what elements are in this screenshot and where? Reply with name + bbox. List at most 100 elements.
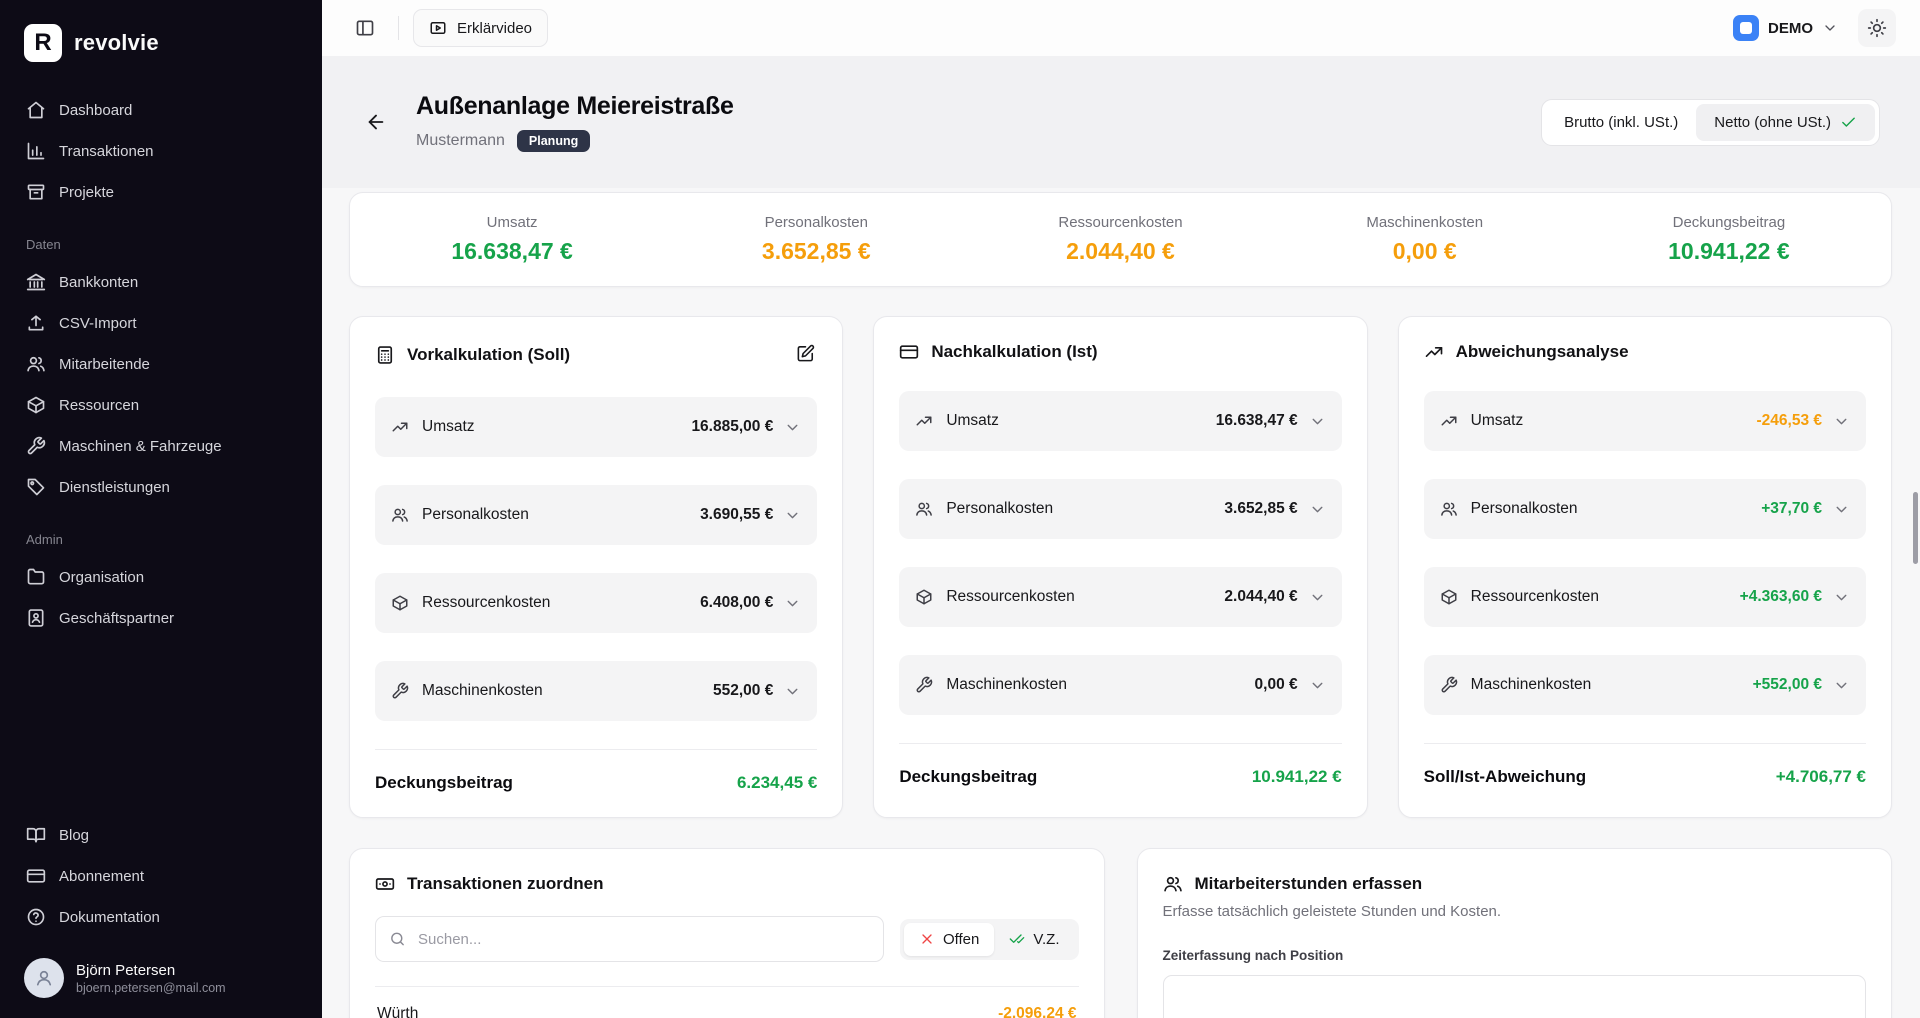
brutto-toggle-button[interactable]: Brutto (inkl. USt.) xyxy=(1546,104,1696,141)
sidebar-item-blog[interactable]: Blog xyxy=(16,815,306,855)
sidebar-item-maschinen-fahrzeuge[interactable]: Maschinen & Fahrzeuge xyxy=(16,426,306,466)
deviation-card: Abweichungsanalyse Umsatz -246,53 € Pers… xyxy=(1398,316,1892,818)
row-value: 16.638,47 € xyxy=(1216,412,1298,430)
deviation-row-maschinenkosten[interactable]: Maschinenkosten +552,00 € xyxy=(1424,655,1866,715)
stat-umsatz: Umsatz 16.638,47 € xyxy=(360,214,664,265)
package-icon xyxy=(26,395,46,415)
netto-label: Netto (ohne USt.) xyxy=(1714,114,1831,131)
sidebar-item-label: CSV-Import xyxy=(59,315,137,332)
card-title: Nachkalkulation (Ist) xyxy=(931,342,1097,362)
deviation-row-ressourcenkosten[interactable]: Ressourcenkosten +4.363,60 € xyxy=(1424,567,1866,627)
package-icon xyxy=(391,594,409,612)
bottom-grid: Transaktionen zuordnen Offen xyxy=(349,848,1892,1018)
deviation-row-umsatz[interactable]: Umsatz -246,53 € xyxy=(1424,391,1866,451)
revolvie-logo[interactable]: R revolvie xyxy=(16,18,306,68)
stat-value: 3.652,85 € xyxy=(762,238,871,265)
archive-icon xyxy=(26,182,46,202)
calc-grid: Vorkalkulation (Soll) Umsatz 16.885,00 €… xyxy=(349,316,1892,818)
sidebar-item-label: Blog xyxy=(59,827,89,844)
position-select[interactable] xyxy=(1163,975,1867,1018)
users-icon xyxy=(1440,500,1458,518)
filter-offen-button[interactable]: Offen xyxy=(904,923,994,956)
filter-vz-button[interactable]: V.Z. xyxy=(994,923,1074,956)
sidebar-item-geschaeftspartner[interactable]: Geschäftspartner xyxy=(16,598,306,638)
row-label: Umsatz xyxy=(946,412,999,430)
row-value: 16.885,00 € xyxy=(691,418,773,436)
topbar: Erklärvideo DEMO xyxy=(322,0,1920,56)
stat-ressourcenkosten: Ressourcenkosten 2.044,40 € xyxy=(968,214,1272,265)
deviation-row-personalkosten[interactable]: Personalkosten +37,70 € xyxy=(1424,479,1866,539)
sidebar-item-abonnement[interactable]: Abonnement xyxy=(16,856,306,896)
sidebar-item-dokumentation[interactable]: Dokumentation xyxy=(16,897,306,937)
sidebar-item-bankkonten[interactable]: Bankkonten xyxy=(16,262,306,302)
arrow-left-icon xyxy=(365,111,387,133)
back-button[interactable] xyxy=(358,104,394,140)
sidebar-item-organisation[interactable]: Organisation xyxy=(16,557,306,597)
transaction-row[interactable]: Würth -2.096,24 € xyxy=(375,986,1079,1018)
sidebar-item-mitarbeitende[interactable]: Mitarbeitende xyxy=(16,344,306,384)
postcalc-row-personalkosten[interactable]: Personalkosten 3.652,85 € xyxy=(899,479,1341,539)
page-header: Außenanlage Meiereistraße Mustermann Pla… xyxy=(322,56,1920,188)
sidebar-item-csv-import[interactable]: CSV-Import xyxy=(16,303,306,343)
row-label: Umsatz xyxy=(422,418,475,436)
sidebar-item-label: Organisation xyxy=(59,569,144,586)
sidebar-item-transaktionen[interactable]: Transaktionen xyxy=(16,131,306,171)
edit-precalc-button[interactable] xyxy=(794,342,817,368)
scrollbar[interactable] xyxy=(1913,492,1918,564)
hours-card: Mitarbeiterstunden erfassen Erfasse tats… xyxy=(1137,848,1893,1018)
chevron-down-icon xyxy=(1833,677,1850,694)
sidebar-item-label: Dokumentation xyxy=(59,909,160,926)
bar-chart-icon xyxy=(26,141,46,161)
sidebar-item-dienstleistungen[interactable]: Dienstleistungen xyxy=(16,467,306,507)
chevron-down-icon xyxy=(1309,413,1326,430)
avatar xyxy=(24,958,64,998)
postcalc-row-ressourcenkosten[interactable]: Ressourcenkosten 2.044,40 € xyxy=(899,567,1341,627)
chevron-down-icon xyxy=(1833,413,1850,430)
position-label: Zeiterfassung nach Position xyxy=(1163,948,1867,963)
stat-value: 10.941,22 € xyxy=(1668,238,1790,265)
stat-value: 16.638,47 € xyxy=(451,238,573,265)
trending-up-icon xyxy=(1424,342,1444,362)
netto-toggle-button[interactable]: Netto (ohne USt.) xyxy=(1696,104,1875,141)
calculator-icon xyxy=(375,345,395,365)
stat-deckungsbeitrag: Deckungsbeitrag 10.941,22 € xyxy=(1577,214,1881,265)
user-info: Björn Petersen bjoern.petersen@mail.com xyxy=(76,961,226,995)
precalc-row-ressourcenkosten[interactable]: Ressourcenkosten 6.408,00 € xyxy=(375,573,817,633)
edit-icon xyxy=(796,344,815,363)
card-title: Transaktionen zuordnen xyxy=(407,874,603,894)
precalc-row-umsatz[interactable]: Umsatz 16.885,00 € xyxy=(375,397,817,457)
sidebar-item-label: Bankkonten xyxy=(59,274,138,291)
help-circle-icon xyxy=(26,907,46,927)
brutto-label: Brutto (inkl. USt.) xyxy=(1564,114,1678,131)
sidebar-item-dashboard[interactable]: Dashboard xyxy=(16,90,306,130)
sidebar-item-ressourcen[interactable]: Ressourcen xyxy=(16,385,306,425)
title-block: Außenanlage Meiereistraße Mustermann Pla… xyxy=(416,92,734,152)
folder-icon xyxy=(26,567,46,587)
explainer-video-button[interactable]: Erklärvideo xyxy=(413,9,548,47)
summary-card: Umsatz 16.638,47 € Personalkosten 3.652,… xyxy=(349,192,1892,287)
sidebar-nav: Dashboard Transaktionen Projekte Daten B… xyxy=(16,90,306,639)
sidebar-item-label: Geschäftspartner xyxy=(59,610,174,627)
row-value: 2.044,40 € xyxy=(1224,588,1297,606)
row-value: 3.652,85 € xyxy=(1224,500,1297,518)
search-input[interactable] xyxy=(375,916,884,962)
row-label: Personalkosten xyxy=(422,506,529,524)
footer-value: +4.706,77 € xyxy=(1776,767,1866,787)
row-label: Personalkosten xyxy=(1471,500,1578,518)
filter-offen-label: Offen xyxy=(943,931,979,948)
org-switcher[interactable]: DEMO xyxy=(1727,14,1844,42)
sidebar-item-projekte[interactable]: Projekte xyxy=(16,172,306,212)
postcalc-row-umsatz[interactable]: Umsatz 16.638,47 € xyxy=(899,391,1341,451)
stat-label: Ressourcenkosten xyxy=(1058,214,1182,231)
postcalc-row-maschinenkosten[interactable]: Maschinenkosten 0,00 € xyxy=(899,655,1341,715)
precalc-row-personalkosten[interactable]: Personalkosten 3.690,55 € xyxy=(375,485,817,545)
postcalc-card: Nachkalkulation (Ist) Umsatz 16.638,47 €… xyxy=(873,316,1367,818)
chevron-down-icon xyxy=(1833,501,1850,518)
theme-toggle-button[interactable] xyxy=(1858,9,1896,47)
user-name: Björn Petersen xyxy=(76,961,226,981)
logo-letter: R xyxy=(34,29,51,57)
transactions-toolbar: Offen V.Z. xyxy=(375,916,1079,962)
precalc-row-maschinenkosten[interactable]: Maschinenkosten 552,00 € xyxy=(375,661,817,721)
sidebar-toggle-button[interactable] xyxy=(346,9,384,47)
user-profile[interactable]: Björn Petersen bjoern.petersen@mail.com xyxy=(16,948,306,998)
